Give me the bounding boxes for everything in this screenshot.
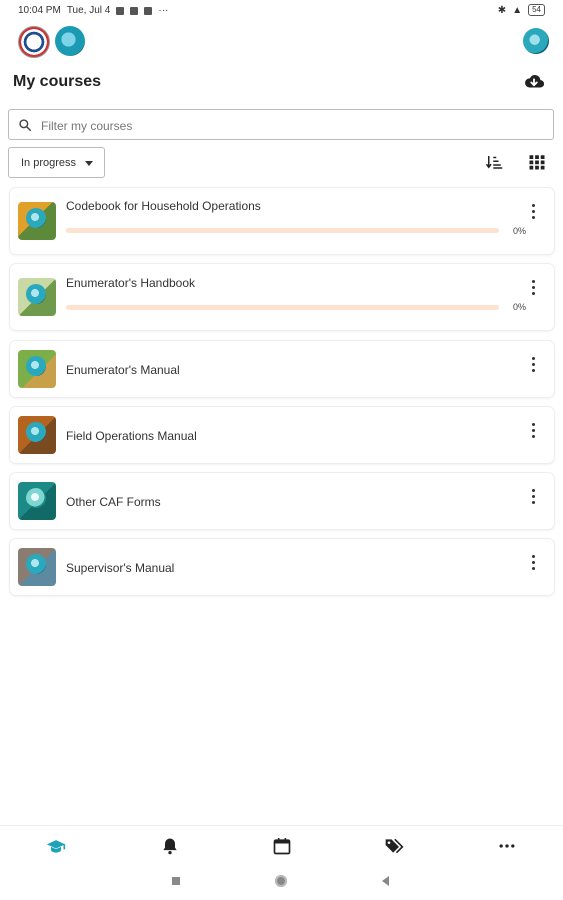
- status-filter-dropdown[interactable]: In progress: [8, 147, 105, 178]
- course-options-button[interactable]: [532, 489, 536, 505]
- search-icon: [19, 119, 31, 131]
- bottom-navigation: [0, 825, 563, 866]
- site-logo: [55, 26, 85, 56]
- home-button[interactable]: [275, 875, 287, 887]
- notification-icon: [130, 6, 139, 15]
- nav-more[interactable]: [497, 836, 517, 856]
- status-more: ···: [158, 5, 169, 16]
- bell-icon: [163, 838, 177, 855]
- course-name: Enumerator's Manual: [66, 363, 180, 377]
- agency-logo: [18, 26, 50, 58]
- calendar-icon: [273, 838, 291, 855]
- status-bar: 10:04 PM Tue, Jul 4 ··· ✱ ▲ 54: [0, 0, 563, 22]
- caret-down-icon: [85, 161, 93, 166]
- cloud-download-icon: [525, 75, 545, 88]
- course-name: Field Operations Manual: [66, 429, 197, 443]
- course-thumbnail: [18, 416, 56, 454]
- system-navigation-bar: [0, 868, 563, 898]
- course-options-button[interactable]: [532, 204, 536, 220]
- course-card[interactable]: Codebook for Household Operations 0%: [10, 188, 554, 254]
- progress-percent: 0%: [513, 302, 527, 312]
- bluetooth-icon: ✱: [497, 4, 507, 16]
- sort-icon: [485, 156, 503, 169]
- graduation-cap-icon: [46, 840, 66, 853]
- tags-icon: [385, 838, 404, 854]
- more-icon: [499, 844, 515, 848]
- course-card[interactable]: Other CAF Forms: [10, 473, 554, 529]
- course-options-button[interactable]: [532, 555, 536, 571]
- notification-icon: [144, 6, 153, 15]
- course-thumbnail: [18, 278, 56, 316]
- status-date: Tue, Jul 4: [66, 5, 111, 16]
- notification-icon: [116, 6, 125, 15]
- user-avatar[interactable]: [523, 28, 549, 54]
- view-toggle-button[interactable]: [528, 153, 546, 171]
- download-button[interactable]: [523, 71, 545, 93]
- grid-icon: [529, 155, 545, 170]
- course-name: Enumerator's Handbook: [66, 276, 196, 290]
- course-name: Other CAF Forms: [66, 495, 161, 509]
- nav-calendar[interactable]: [272, 836, 292, 856]
- course-card[interactable]: Enumerator's Handbook 0%: [10, 264, 554, 330]
- search-box: [8, 109, 554, 140]
- status-time: 10:04 PM: [18, 5, 61, 16]
- course-thumbnail: [18, 202, 56, 240]
- progress-bar: [66, 305, 499, 310]
- sort-button[interactable]: [485, 153, 503, 171]
- progress-percent: 0%: [513, 226, 527, 236]
- course-thumbnail: [18, 350, 56, 388]
- nav-notifications[interactable]: [160, 836, 180, 856]
- course-options-button[interactable]: [532, 280, 536, 296]
- course-card[interactable]: Field Operations Manual: [10, 407, 554, 463]
- wifi-icon: ▲: [512, 4, 523, 16]
- course-card[interactable]: Enumerator's Manual: [10, 341, 554, 397]
- course-card[interactable]: Supervisor's Manual: [10, 539, 554, 595]
- search-input[interactable]: [39, 113, 543, 139]
- filter-row: In progress: [8, 147, 555, 179]
- top-bar: [0, 24, 563, 58]
- battery-icon: 54: [528, 4, 545, 16]
- page-title: My courses: [13, 73, 102, 90]
- course-name: Codebook for Household Operations: [66, 199, 261, 213]
- nav-my-courses[interactable]: [46, 836, 66, 856]
- back-button[interactable]: [382, 876, 389, 886]
- course-name: Supervisor's Manual: [66, 561, 175, 575]
- title-row: My courses: [13, 68, 545, 96]
- course-options-button[interactable]: [532, 357, 536, 373]
- course-options-button[interactable]: [532, 423, 536, 439]
- status-filter-label: In progress: [21, 157, 77, 169]
- course-thumbnail: [18, 548, 56, 586]
- progress-bar: [66, 228, 499, 233]
- nav-tags[interactable]: [384, 836, 404, 856]
- course-thumbnail: [18, 482, 56, 520]
- recent-apps-button[interactable]: [172, 877, 180, 885]
